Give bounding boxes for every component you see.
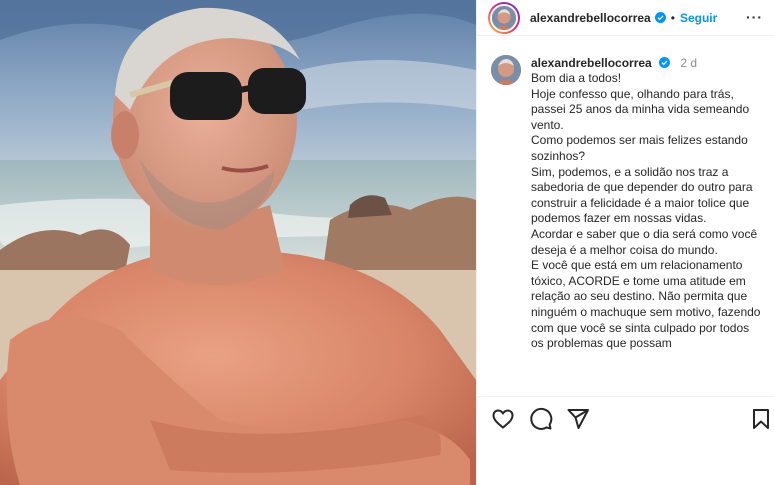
caption-body: alexandrebellocorrea 2 d Bom dia a todos…: [531, 55, 765, 352]
follow-button[interactable]: Seguir: [680, 11, 717, 25]
verified-badge-icon: [659, 57, 671, 68]
post-username[interactable]: alexandrebellocorrea: [530, 11, 651, 25]
avatar: [492, 5, 516, 30]
verified-badge-icon: [654, 12, 666, 23]
comment-icon[interactable]: [529, 407, 553, 431]
story-ring-avatar[interactable]: [488, 1, 520, 34]
caption-header: alexandrebellocorrea 2 d: [531, 55, 765, 71]
avatar: [491, 55, 521, 85]
paper-plane-icon[interactable]: [566, 407, 590, 431]
heart-icon[interactable]: [491, 407, 515, 431]
post-caption: alexandrebellocorrea 2 d Bom dia a todos…: [477, 36, 774, 352]
caption-timestamp[interactable]: 2 d: [680, 56, 697, 70]
post-header: alexandrebellocorrea • Seguir ···: [477, 0, 774, 36]
bookmark-icon[interactable]: [749, 407, 773, 431]
post-actions-bar: [477, 407, 774, 437]
post-side-panel: alexandrebellocorrea • Seguir ··· alexan…: [476, 0, 774, 485]
post-image: [0, 0, 476, 485]
separator-dot: •: [670, 10, 675, 25]
more-options-icon[interactable]: ···: [746, 9, 763, 25]
caption-scroll-area[interactable]: alexandrebellocorrea 2 d Bom dia a todos…: [477, 36, 774, 397]
caption-username[interactable]: alexandrebellocorrea: [531, 56, 652, 70]
caption-text: Bom dia a todos! Hoje confesso que, olha…: [531, 71, 761, 351]
post-photo[interactable]: [0, 0, 476, 485]
caption-avatar[interactable]: [491, 55, 521, 85]
